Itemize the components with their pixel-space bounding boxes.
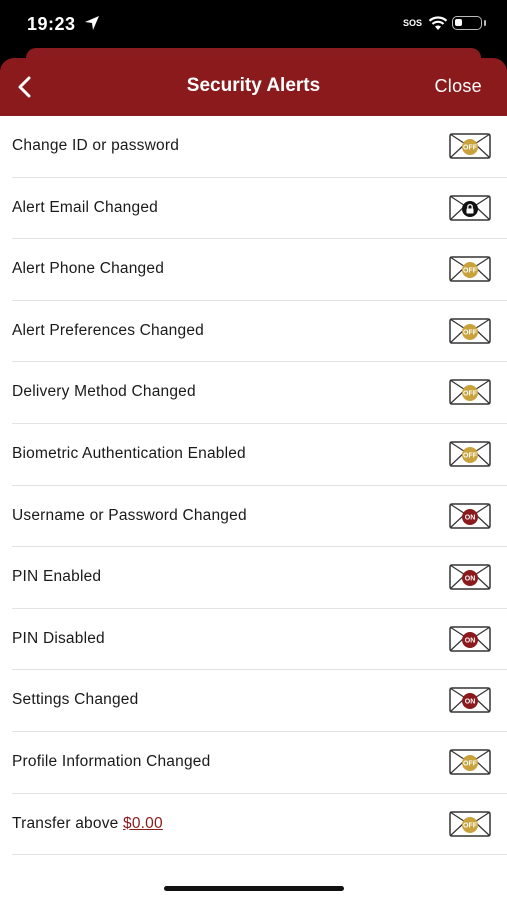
location-arrow-icon: [85, 16, 99, 30]
alert-badge: OFF: [463, 329, 478, 336]
alert-badge: OFF: [463, 761, 478, 768]
alert-label: Delivery Method Changed: [12, 383, 196, 401]
envelope-off-icon[interactable]: OFF: [449, 256, 491, 282]
alert-label: Alert Preferences Changed: [12, 321, 204, 339]
status-bar: 19:23 SOS: [0, 0, 507, 52]
alert-label: Transfer above $0.00: [12, 815, 163, 833]
alert-badge: ON: [465, 637, 476, 644]
alert-badge: OFF: [463, 391, 478, 398]
alert-label: Settings Changed: [12, 691, 139, 709]
envelope-off-icon[interactable]: OFF: [449, 379, 491, 406]
close-button[interactable]: Close: [434, 76, 482, 97]
transfer-label: Transfer above: [12, 814, 119, 832]
alert-label: Alert Email Changed: [12, 198, 158, 216]
envelope-off-icon[interactable]: OFF: [449, 441, 491, 467]
alert-badge: OFF: [463, 145, 478, 152]
alert-badge: OFF: [463, 453, 478, 460]
alert-badge: ON: [465, 576, 476, 583]
home-indicator[interactable]: [164, 886, 344, 891]
battery-icon: [452, 16, 482, 30]
alert-label: Profile Information Changed: [12, 752, 211, 770]
envelope-lock-icon[interactable]: [449, 194, 491, 221]
envelope-on-icon[interactable]: ON: [449, 626, 491, 652]
alert-badge: ON: [465, 514, 476, 521]
alert-row[interactable]: PIN Enabled ON: [12, 547, 507, 609]
alert-row[interactable]: Alert Preferences Changed OFF: [12, 301, 507, 363]
alert-row[interactable]: Change ID or password OFF: [12, 116, 507, 178]
alert-label: Change ID or password: [12, 137, 180, 154]
alert-label: Alert Phone Changed: [12, 260, 165, 278]
sos-indicator: SOS: [403, 18, 423, 28]
alert-row[interactable]: Profile Information Changed OFF: [12, 732, 507, 794]
alerts-list: Change ID or password OFF Alert Email Ch…: [0, 116, 507, 866]
envelope-off-icon[interactable]: OFF: [449, 318, 491, 344]
envelope-on-icon[interactable]: ON: [449, 564, 491, 590]
alert-label: PIN Disabled: [12, 629, 105, 647]
bottom-area: [0, 866, 507, 900]
alert-label: PIN Enabled: [12, 568, 102, 586]
wifi-icon: [428, 16, 448, 30]
status-time: 19:23: [27, 14, 76, 34]
alert-badge: ON: [465, 699, 476, 706]
envelope-off-icon[interactable]: OFF: [449, 133, 491, 159]
transfer-amount-link[interactable]: $0.00: [123, 815, 163, 832]
alert-row[interactable]: Delivery Method Changed OFF: [12, 362, 507, 424]
header-bar: Security Alerts Close: [0, 58, 507, 116]
alert-row[interactable]: Alert Email Changed: [12, 178, 507, 240]
alert-row-partial[interactable]: [12, 855, 507, 866]
alert-row[interactable]: Transfer above $0.00 OFF: [12, 794, 507, 856]
alert-label: Biometric Authentication Enabled: [12, 444, 246, 462]
alert-badge: OFF: [463, 822, 478, 829]
alert-row[interactable]: Alert Phone Changed OFF: [12, 239, 507, 301]
alert-row[interactable]: Username or Password Changed ON: [12, 486, 507, 548]
envelope-on-icon[interactable]: ON: [449, 502, 491, 529]
alert-row[interactable]: PIN Disabled ON: [12, 609, 507, 671]
battery-nub: [484, 20, 486, 26]
envelope-on-icon[interactable]: ON: [449, 687, 491, 714]
alert-badge: OFF: [463, 268, 478, 275]
envelope-off-icon[interactable]: OFF: [449, 810, 491, 837]
envelope-off-icon[interactable]: OFF: [449, 749, 491, 775]
alert-label: Username or Password Changed: [12, 506, 247, 524]
alert-row[interactable]: Biometric Authentication Enabled OFF: [12, 424, 507, 486]
page-title: Security Alerts: [186, 75, 321, 96]
alert-row[interactable]: Settings Changed ON: [12, 670, 507, 732]
